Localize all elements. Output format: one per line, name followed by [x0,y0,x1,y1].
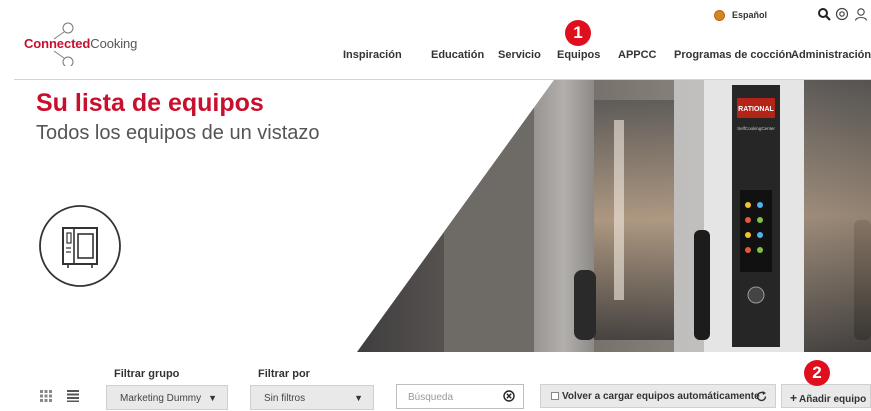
filter-by-label: Filtrar por [258,368,310,380]
connected-cooking-logo[interactable]: ConnectedCooking [24,22,164,66]
logo-text-cooking: Cooking [90,36,138,51]
callout-badge-2: 2 [804,360,830,386]
nav-administracion[interactable]: Administración [791,49,871,61]
settings-icon[interactable] [835,7,849,21]
dropdown-arrow-icon: ▼ [208,393,217,403]
language-selector[interactable]: Español [732,10,767,20]
refresh-icon [756,391,767,402]
language-flag-icon[interactable] [714,10,725,21]
auto-reload-toggle[interactable]: Volver a cargar equipos automáticamente [540,384,776,408]
page-subtitle: Todos los equipos de un vistazo [36,122,320,144]
grid-view-icon[interactable] [40,390,52,402]
nav-educacion[interactable]: Educatión [431,49,484,61]
filter-bar: Filtrar grupo Marketing Dummy ▼ Filtrar … [14,352,871,411]
dropdown-arrow-icon: ▼ [354,393,363,403]
logo-text-connected: Connected [24,36,91,51]
hero-oven-photo: RATIONAL SelfCookingCenter [357,80,871,352]
nav-equipos[interactable]: Equipos [557,49,600,61]
filter-group-value: Marketing Dummy [120,393,202,404]
auto-reload-checkbox[interactable] [551,392,559,400]
user-icon[interactable] [854,7,868,21]
hero-banner: RATIONAL SelfCookingCenter Su lista de e… [14,80,871,352]
search-input[interactable]: Búsqueda [396,384,524,409]
nav-programas-de-coccion[interactable]: Programas de cocción [674,49,792,61]
auto-reload-label: Volver a cargar equipos automáticamente [562,391,760,402]
photo-model-label: SelfCookingCenter [737,126,775,131]
combi-oven-icon [39,205,121,287]
list-view-icon[interactable] [67,390,79,402]
search-icon[interactable] [817,7,831,21]
nav-appcc[interactable]: APPCC [618,49,657,61]
nav-inspiracion[interactable]: Inspiración [343,49,402,61]
search-placeholder: Búsqueda [408,392,454,403]
site-header: ConnectedCooking Español Inspiración Edu… [14,0,871,80]
clear-search-icon[interactable] [503,390,515,402]
callout-badge-1: 1 [565,20,591,46]
filter-group-select[interactable]: Marketing Dummy ▼ [106,385,228,410]
plus-icon: + [790,391,798,405]
nav-servicio[interactable]: Servicio [498,49,541,61]
filter-by-value: Sin filtros [264,393,306,404]
photo-brand-label: RATIONAL [738,106,774,113]
logo-text: ConnectedCooking [24,36,137,51]
page-title: Su lista de equipos [36,89,264,117]
filter-group-label: Filtrar grupo [114,368,180,380]
filter-by-select[interactable]: Sin filtros ▼ [250,385,374,410]
add-equipment-button[interactable]: + Añadir equipo [781,384,871,408]
add-equipment-label: Añadir equipo [799,394,867,405]
